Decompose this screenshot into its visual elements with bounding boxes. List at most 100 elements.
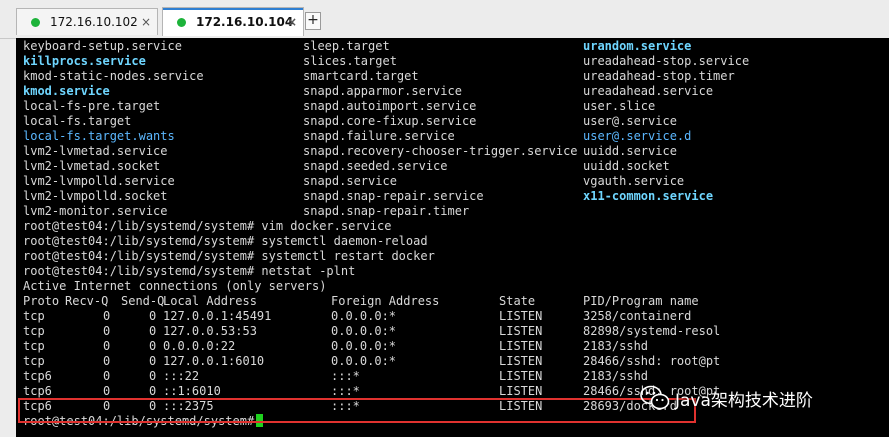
table-cell: 0: [149, 384, 157, 398]
table-cell: 0: [103, 399, 111, 413]
listing-row: keyboard-setup.service sleep.target urando…: [23, 39, 889, 54]
command-history: root@test04:/lib/systemd/system# vim doc…: [23, 219, 889, 279]
table-cell: 0: [149, 399, 157, 413]
listing-entry: urandom.service: [583, 39, 692, 53]
command-line: root@test04:/lib/systemd/system# systemc…: [23, 234, 428, 248]
table-cell: tcp: [23, 339, 45, 353]
listing-entry: local-fs-pre.target: [23, 99, 161, 113]
listing-entry: user@.service.d: [583, 129, 692, 143]
connection-status-icon: [31, 17, 40, 27]
listing-row: kmod.service snapd.apparmor.service ureada…: [23, 84, 889, 99]
listing-entry: x11-common.service: [583, 189, 714, 203]
listing-entry: ureadahead-stop.service: [583, 54, 750, 68]
listing-row: lvm2-monitor.service snapd.snap-repair.ti…: [23, 204, 889, 219]
table-cell: 2183/sshd: [583, 369, 649, 383]
listing-entry: uuidd.socket: [583, 159, 670, 173]
listing-row: kmod-static-nodes.service smartcard.targe…: [23, 69, 889, 84]
table-cell: 0: [103, 324, 111, 338]
listing-entry: lvm2-lvmetad.socket: [23, 159, 161, 173]
listing-entry: ureadahead.service: [583, 84, 714, 98]
listing-entry: vgauth.service: [583, 174, 685, 188]
terminal-pane[interactable]: keyboard-setup.service sleep.target urando…: [16, 38, 889, 437]
tab-label: 172.16.10.102: [50, 15, 138, 29]
table-cell: LISTEN: [499, 324, 543, 338]
table-cell: 0.0.0.0:22: [163, 339, 236, 353]
listing-entry: keyboard-setup.service: [23, 39, 182, 53]
listing-entry: snapd.apparmor.service: [303, 84, 462, 98]
listing-entry: smartcard.target: [303, 69, 419, 83]
table-cell: :::2375: [163, 399, 214, 413]
table-cell: :::*: [331, 369, 360, 383]
table-row: tcp 0 0 0.0.0.0:22 0.0.0.0:* LISTEN 2183/sshd: [23, 339, 889, 354]
watermark-text: Java架构技术进阶: [675, 390, 813, 411]
table-cell: tcp: [23, 354, 45, 368]
wechat-icon: [640, 385, 670, 410]
table-cell: tcp6: [23, 384, 52, 398]
table-cell: 0: [103, 339, 111, 353]
listing-entry: killprocs.service: [23, 54, 146, 68]
listing-entry: ureadahead-stop.timer: [583, 69, 735, 83]
service-listing: keyboard-setup.service sleep.target urando…: [23, 39, 889, 219]
table-row: tcp 0 0 127.0.0.1:45491 0.0.0.0:* LISTEN 3258/…: [23, 309, 889, 324]
table-cell: tcp: [23, 309, 45, 323]
listing-entry: local-fs.target.wants: [23, 129, 175, 143]
listing-entry: user.slice: [583, 99, 656, 113]
table-cell: LISTEN: [499, 354, 543, 368]
listing-entry: lvm2-monitor.service: [23, 204, 168, 218]
table-cell: 0: [103, 309, 111, 323]
listing-row: lvm2-lvmetad.socket snapd.seeded.service u…: [23, 159, 889, 174]
command-line: root@test04:/lib/systemd/system# systemc…: [23, 249, 435, 263]
table-row: tcp 0 0 127.0.0.1:6010 0.0.0.0:* LISTEN 28466/…: [23, 354, 889, 369]
listing-entry: lvm2-lvmetad.service: [23, 144, 168, 158]
tab-session-1[interactable]: 172.16.10.102 ×: [16, 8, 158, 35]
tab-session-2[interactable]: 172.16.10.104 ×: [162, 7, 304, 36]
close-icon[interactable]: ×: [141, 16, 151, 28]
column-header: Send-Q: [121, 294, 165, 308]
listing-entry: snapd.core-fixup.service: [303, 114, 477, 128]
table-cell: LISTEN: [499, 384, 543, 398]
close-icon[interactable]: ×: [287, 16, 297, 28]
listing-entry: lvm2-lvmpolld.socket: [23, 189, 168, 203]
table-cell: 0: [149, 309, 157, 323]
tab-bar: 172.16.10.102 × 172.16.10.104 × +: [0, 0, 889, 39]
terminal-cursor: [256, 414, 264, 427]
table-cell: 28466/sshd: root@pt: [583, 354, 721, 368]
table-cell: :::22: [163, 369, 200, 383]
table-cell: ::1:6010: [163, 384, 221, 398]
listing-entry: snapd.autoimport.service: [303, 99, 477, 113]
listing-entry: user@.service: [583, 114, 677, 128]
watermark: Java架构技术进阶: [640, 384, 813, 412]
table-cell: 0: [149, 324, 157, 338]
column-header: Recv-Q: [65, 294, 109, 308]
table-cell: tcp: [23, 324, 45, 338]
new-tab-button[interactable]: +: [305, 12, 321, 30]
table-cell: LISTEN: [499, 399, 543, 413]
listing-entry: snapd.seeded.service: [303, 159, 448, 173]
table-cell: 127.0.0.1:45491: [163, 309, 272, 323]
column-header: Proto: [23, 294, 60, 308]
table-cell: LISTEN: [499, 309, 543, 323]
tab-label: 172.16.10.104: [196, 15, 294, 29]
table-cell: 0: [103, 384, 111, 398]
listing-entry: sleep.target: [303, 39, 390, 53]
column-header: PID/Program name: [583, 294, 699, 308]
listing-entry: kmod.service: [23, 84, 110, 98]
table-cell: tcp6: [23, 369, 52, 383]
table-cell: LISTEN: [499, 339, 543, 353]
prompt-line[interactable]: root@test04:/lib/systemd/system#: [23, 414, 889, 429]
column-header: Local Address: [163, 294, 257, 308]
listing-entry: snapd.snap-repair.service: [303, 189, 484, 203]
table-cell: 82898/systemd-resol: [583, 324, 721, 338]
table-cell: 0.0.0.0:*: [331, 309, 397, 323]
column-header: Foreign Address: [331, 294, 440, 308]
command-line: root@test04:/lib/systemd/system# netstat…: [23, 264, 356, 278]
table-cell: 0: [103, 354, 111, 368]
listing-entry: kmod-static-nodes.service: [23, 69, 204, 83]
listing-row: local-fs-pre.target snapd.autoimport.serv…: [23, 99, 889, 114]
listing-entry: snapd.recovery-chooser-trigger.service: [303, 144, 578, 158]
listing-row: killprocs.service slices.target ureadahead…: [23, 54, 889, 69]
table-cell: 0: [149, 369, 157, 383]
table-cell: 0.0.0.0:*: [331, 339, 397, 353]
table-cell: 3258/containerd: [583, 309, 692, 323]
listing-row: lvm2-lvmpolld.socket snapd.snap-repair.se…: [23, 189, 889, 204]
